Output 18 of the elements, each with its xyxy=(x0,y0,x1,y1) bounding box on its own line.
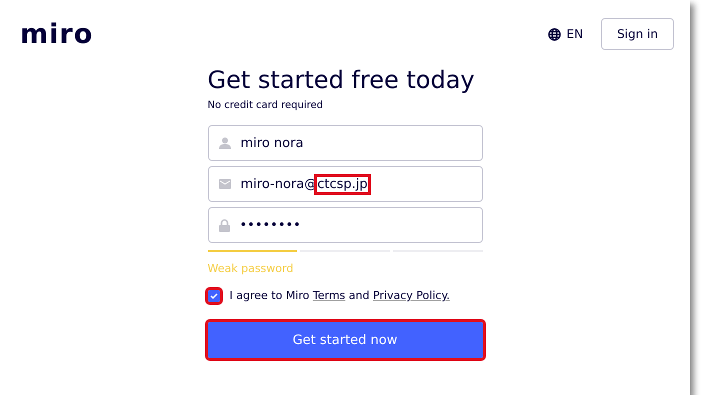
get-started-button[interactable]: Get started now xyxy=(208,322,482,358)
privacy-link[interactable]: Privacy Policy. xyxy=(372,289,450,302)
envelope-icon xyxy=(218,179,230,189)
check-icon xyxy=(210,292,218,300)
subtitle: No credit card required xyxy=(208,100,324,111)
person-icon xyxy=(218,137,230,149)
language-selector[interactable]: EN xyxy=(548,27,584,41)
globe-icon xyxy=(548,28,560,40)
terms-link[interactable]: Terms xyxy=(312,289,346,302)
sign-in-button[interactable]: Sign in xyxy=(601,18,674,50)
email-field[interactable]: miro-nora@ctcsp.jp xyxy=(208,166,482,202)
page-title: Get started free today xyxy=(208,66,476,94)
agree-text: I agree to Miro Terms and Privacy Policy. xyxy=(230,289,450,302)
password-field[interactable]: •••••••• xyxy=(208,207,482,243)
lock-icon xyxy=(218,218,230,232)
name-field[interactable]: miro nora xyxy=(208,125,482,161)
logo[interactable]: miro xyxy=(20,18,94,50)
strength-label: Weak password xyxy=(208,262,294,275)
